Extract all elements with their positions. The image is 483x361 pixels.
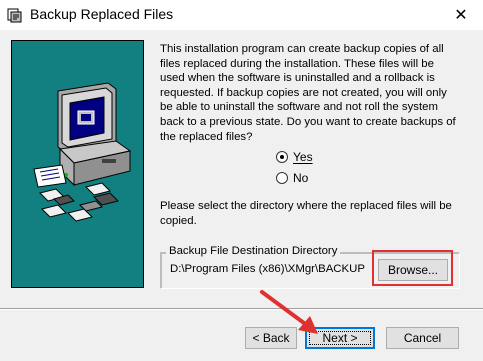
radio-yes[interactable]: Yes — [276, 150, 313, 164]
groupbox-label: Backup File Destination Directory — [166, 245, 341, 257]
back-button-label: < Back — [252, 331, 290, 345]
radio-no[interactable]: No — [276, 171, 308, 185]
footer-separator — [0, 308, 483, 310]
close-icon: ✕ — [454, 7, 468, 24]
directory-prompt: Please select the directory where the re… — [160, 200, 452, 227]
radio-yes-indicator[interactable] — [276, 151, 288, 163]
title-bar: Backup Replaced Files ✕ — [0, 0, 483, 30]
destination-path: D:\Program Files (x86)\XMgr\BACKUP — [170, 263, 365, 275]
next-button[interactable]: Next > — [305, 327, 375, 349]
radio-no-label: No — [293, 171, 309, 185]
back-button[interactable]: < Back — [245, 327, 297, 349]
close-button[interactable]: ✕ — [439, 0, 483, 30]
next-button-label: Next > — [322, 331, 358, 345]
radio-yes-label: Yes — [293, 150, 313, 164]
radio-no-indicator[interactable] — [276, 172, 288, 184]
browse-highlight-annotation — [372, 250, 453, 286]
installer-icon — [7, 8, 22, 23]
side-illustration-panel — [11, 40, 144, 288]
computer-illustration-icon — [33, 82, 132, 222]
window-title: Backup Replaced Files — [30, 6, 174, 22]
cancel-button[interactable]: Cancel — [386, 327, 459, 349]
backup-description: This installation program can create bac… — [160, 43, 456, 143]
cancel-button-label: Cancel — [403, 331, 442, 345]
